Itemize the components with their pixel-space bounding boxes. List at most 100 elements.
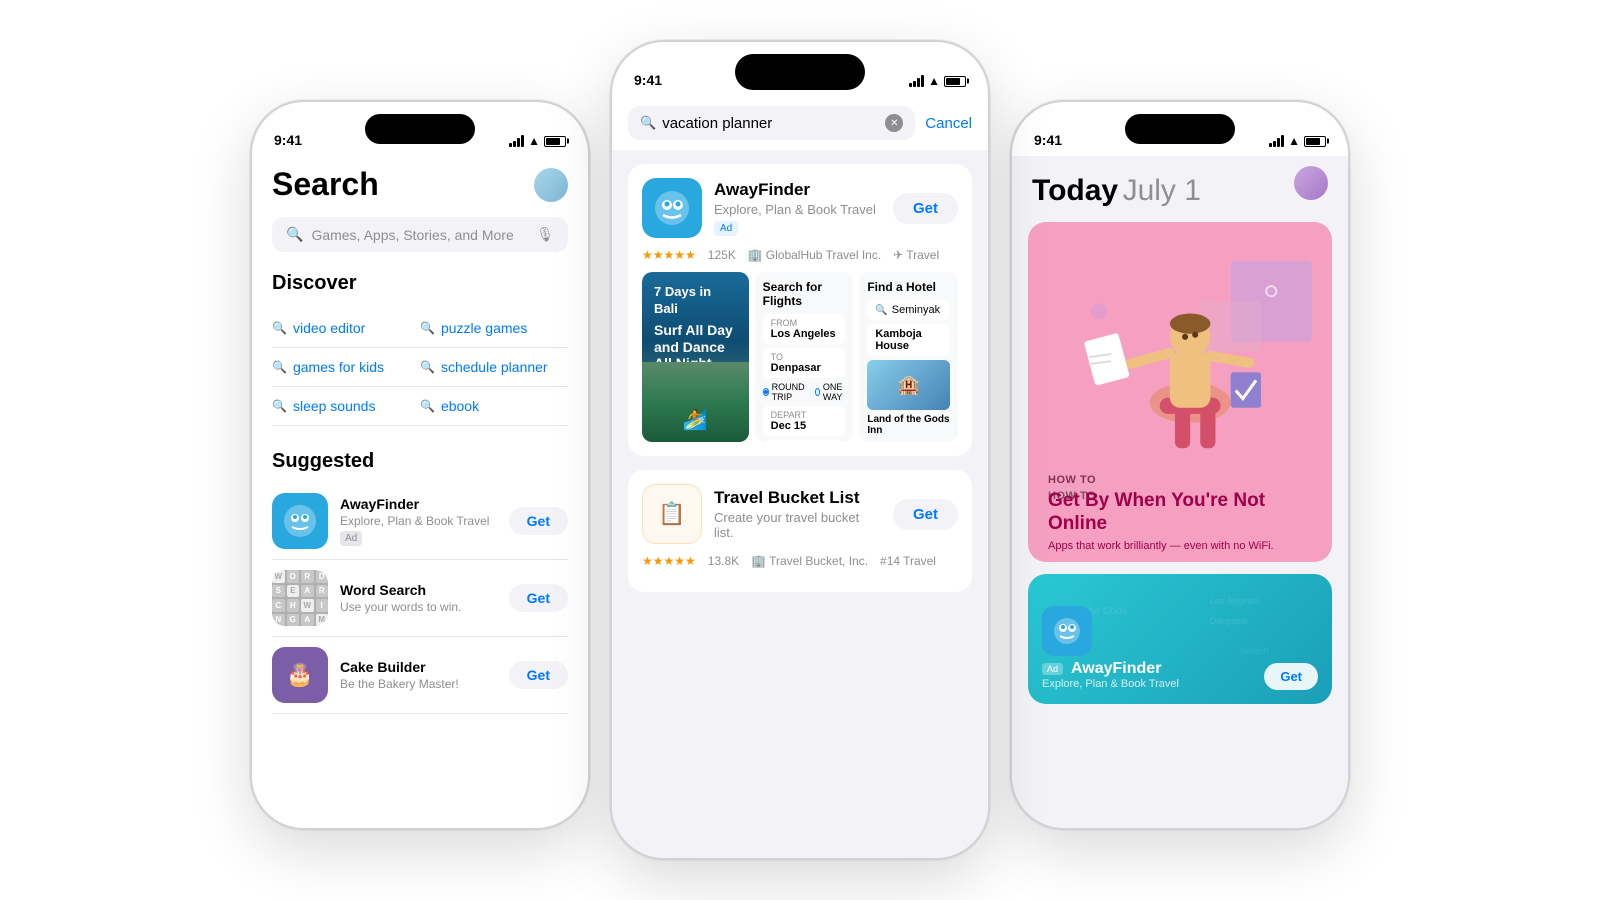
suggested-app-2[interactable]: W O R D S E A R C H W I <box>272 560 568 637</box>
center-phone-content: 🔍 vacation planner ✕ Cancel <box>612 96 988 858</box>
today-page: Today July 1 <box>1012 156 1348 828</box>
trip-type: ROUND TRIP ONE WAY <box>763 382 846 402</box>
ad-badge-left-1: Ad <box>340 531 362 546</box>
cakebuilder-name: Cake Builder <box>340 659 497 675</box>
from-field: FROM Los Angeles <box>763 314 846 344</box>
search-dot-2: 🔍 <box>420 321 435 335</box>
search-dot-1: 🔍 <box>272 321 287 335</box>
search-header: 🔍 vacation planner ✕ Cancel <box>612 96 988 150</box>
teal-ad-badge: Ad <box>1042 663 1063 675</box>
ws-grid: W O R D S E A R C H W I <box>272 570 328 626</box>
dynamic-island-right <box>1125 114 1235 144</box>
user-avatar-right[interactable] <box>1294 166 1328 200</box>
roundtrip-label: ROUND TRIP <box>772 382 807 402</box>
bali-screenshot: 7 Days in Bali Surf All Day and Dance Al… <box>642 272 749 442</box>
screenshots-row: 7 Days in Bali Surf All Day and Dance Al… <box>642 272 958 442</box>
to-field: TO Denpasar <box>763 348 846 378</box>
search-dot-4: 🔍 <box>420 360 435 374</box>
get-btn-wordsearch[interactable]: Get <box>509 584 568 612</box>
developer-awayfinder: 🏢 GlobalHub Travel Inc. <box>748 248 881 262</box>
suggested-app-3[interactable]: 🎂 Cake Builder Be the Bakery Master! Get <box>272 637 568 714</box>
hotel-name-2: Land of the Gods Inn <box>867 414 950 436</box>
discover-label-4: schedule planner <box>441 359 548 375</box>
discover-item-3[interactable]: 🔍 games for kids <box>272 348 420 387</box>
battery-icon-right <box>1304 136 1326 147</box>
status-icons-right: ▲ <box>1269 134 1326 148</box>
search-dot-5: 🔍 <box>272 399 287 413</box>
oneway-radio <box>815 388 820 396</box>
teal-card[interactable]: Land of the Gods Inn Los Angeles Denpasa… <box>1028 574 1332 704</box>
discover-item-6[interactable]: 🔍 ebook <box>420 387 568 426</box>
signal-icon-center <box>909 75 924 87</box>
awayfinder-icon-center <box>642 178 702 238</box>
flights-screenshot: Search for Flights FROM Los Angeles TO D… <box>755 272 854 442</box>
wordsearch-icon-left: W O R D S E A R C H W I <box>272 570 328 626</box>
depart-label: DEPART <box>771 410 838 420</box>
hotel-search-field: 🔍 Seminyak <box>867 300 950 320</box>
results-scroll: AwayFinder Explore, Plan & Book Travel A… <box>612 150 988 620</box>
search-bar-left[interactable]: 🔍 Games, Apps, Stories, and More 🎙 <box>272 217 568 252</box>
howto-subtitle: Apps that work brilliantly — even with n… <box>1048 540 1312 552</box>
cancel-btn[interactable]: Cancel <box>925 115 972 132</box>
wordsearch-desc: Use your words to win. <box>340 600 497 614</box>
wifi-icon-right: ▲ <box>1288 134 1300 148</box>
today-title: Today <box>1032 174 1118 207</box>
suggested-section: Suggested <box>272 450 568 714</box>
user-avatar-left[interactable] <box>534 168 568 202</box>
get-btn-awayfinder-center[interactable]: Get <box>893 193 958 224</box>
hotel-search-icon: 🔍 <box>875 305 887 316</box>
discover-item-4[interactable]: 🔍 schedule planner <box>420 348 568 387</box>
mic-icon[interactable]: 🎙 <box>536 226 554 243</box>
depart-field: DEPART Dec 15 <box>763 406 846 436</box>
wifi-icon-left: ▲ <box>528 134 540 148</box>
rating-count-awayfinder: 125K <box>708 248 736 262</box>
developer-bucket: 🏢 Travel Bucket, Inc. <box>751 554 868 568</box>
from-value: Los Angeles <box>771 328 838 340</box>
awayfinder-icon-left <box>272 493 328 549</box>
battery-icon-center <box>944 76 966 87</box>
discover-item-1[interactable]: 🔍 video editor <box>272 309 420 348</box>
to-value: Denpasar <box>771 362 838 374</box>
hotel-name-1: Kamboja House <box>867 324 950 356</box>
teal-get-btn[interactable]: Get <box>1264 663 1318 690</box>
status-icons-left: ▲ <box>509 134 566 148</box>
search-title-row: Search <box>272 166 568 203</box>
discover-label-5: sleep sounds <box>293 398 376 414</box>
stars-awayfinder: ★★★★★ <box>642 248 696 262</box>
bucket-icon-emoji: 📋 <box>658 501 685 527</box>
get-btn-cakebuilder[interactable]: Get <box>509 661 568 689</box>
today-title-group: Today July 1 <box>1032 174 1201 208</box>
today-header: Today July 1 <box>1012 156 1348 222</box>
left-phone-content: Search 🔍 Games, Apps, Stories, and More … <box>252 156 588 828</box>
stars-row-awayfinder: ★★★★★ 125K 🏢 GlobalHub Travel Inc. ✈ Tra… <box>642 248 958 262</box>
clear-search-btn[interactable]: ✕ <box>885 114 903 132</box>
bucket-icon: 📋 <box>642 484 702 544</box>
discover-item-2[interactable]: 🔍 puzzle games <box>420 309 568 348</box>
status-icons-center: ▲ <box>909 74 966 88</box>
svg-text:Search: Search <box>1240 646 1269 656</box>
search-placeholder: Games, Apps, Stories, and More <box>311 227 528 243</box>
bali-card-title: 7 Days in Bali <box>654 284 737 318</box>
right-phone-content: Today July 1 <box>1012 156 1348 828</box>
today-main-card[interactable]: HOW TO HOW TO Get By When You're Not Onl… <box>1028 222 1332 562</box>
awayfinder-desc-left: Explore, Plan & Book Travel <box>340 514 497 528</box>
search-icon-center: 🔍 <box>640 115 656 131</box>
discover-item-5[interactable]: 🔍 sleep sounds <box>272 387 420 426</box>
center-phone: 9:41 ▲ 🔍 vacation planner ✕ <box>610 40 990 860</box>
today-title-row: Today July 1 <box>1032 166 1328 208</box>
to-label: TO <box>771 352 838 362</box>
teal-awayfinder-icon <box>1042 606 1092 656</box>
time-right: 9:41 <box>1034 132 1062 148</box>
search-input-bar[interactable]: 🔍 vacation planner ✕ <box>628 106 915 140</box>
awayfinder-desc-center: Explore, Plan & Book Travel <box>714 202 881 217</box>
category-awayfinder: ✈ Travel <box>893 248 939 262</box>
dynamic-island-left <box>365 114 475 144</box>
get-btn-awayfinder-left[interactable]: Get <box>509 507 568 535</box>
search-results-page: 🔍 vacation planner ✕ Cancel <box>612 96 988 858</box>
get-btn-bucket[interactable]: Get <box>893 499 958 530</box>
cakebuilder-icon: 🎂 <box>272 647 328 703</box>
search-icon-left: 🔍 <box>286 226 303 243</box>
roundtrip-option: ROUND TRIP <box>763 382 807 402</box>
suggested-app-1[interactable]: AwayFinder Explore, Plan & Book Travel A… <box>272 483 568 560</box>
teal-card-content: Ad AwayFinder Explore, Plan & Book Trave… <box>1042 606 1179 690</box>
